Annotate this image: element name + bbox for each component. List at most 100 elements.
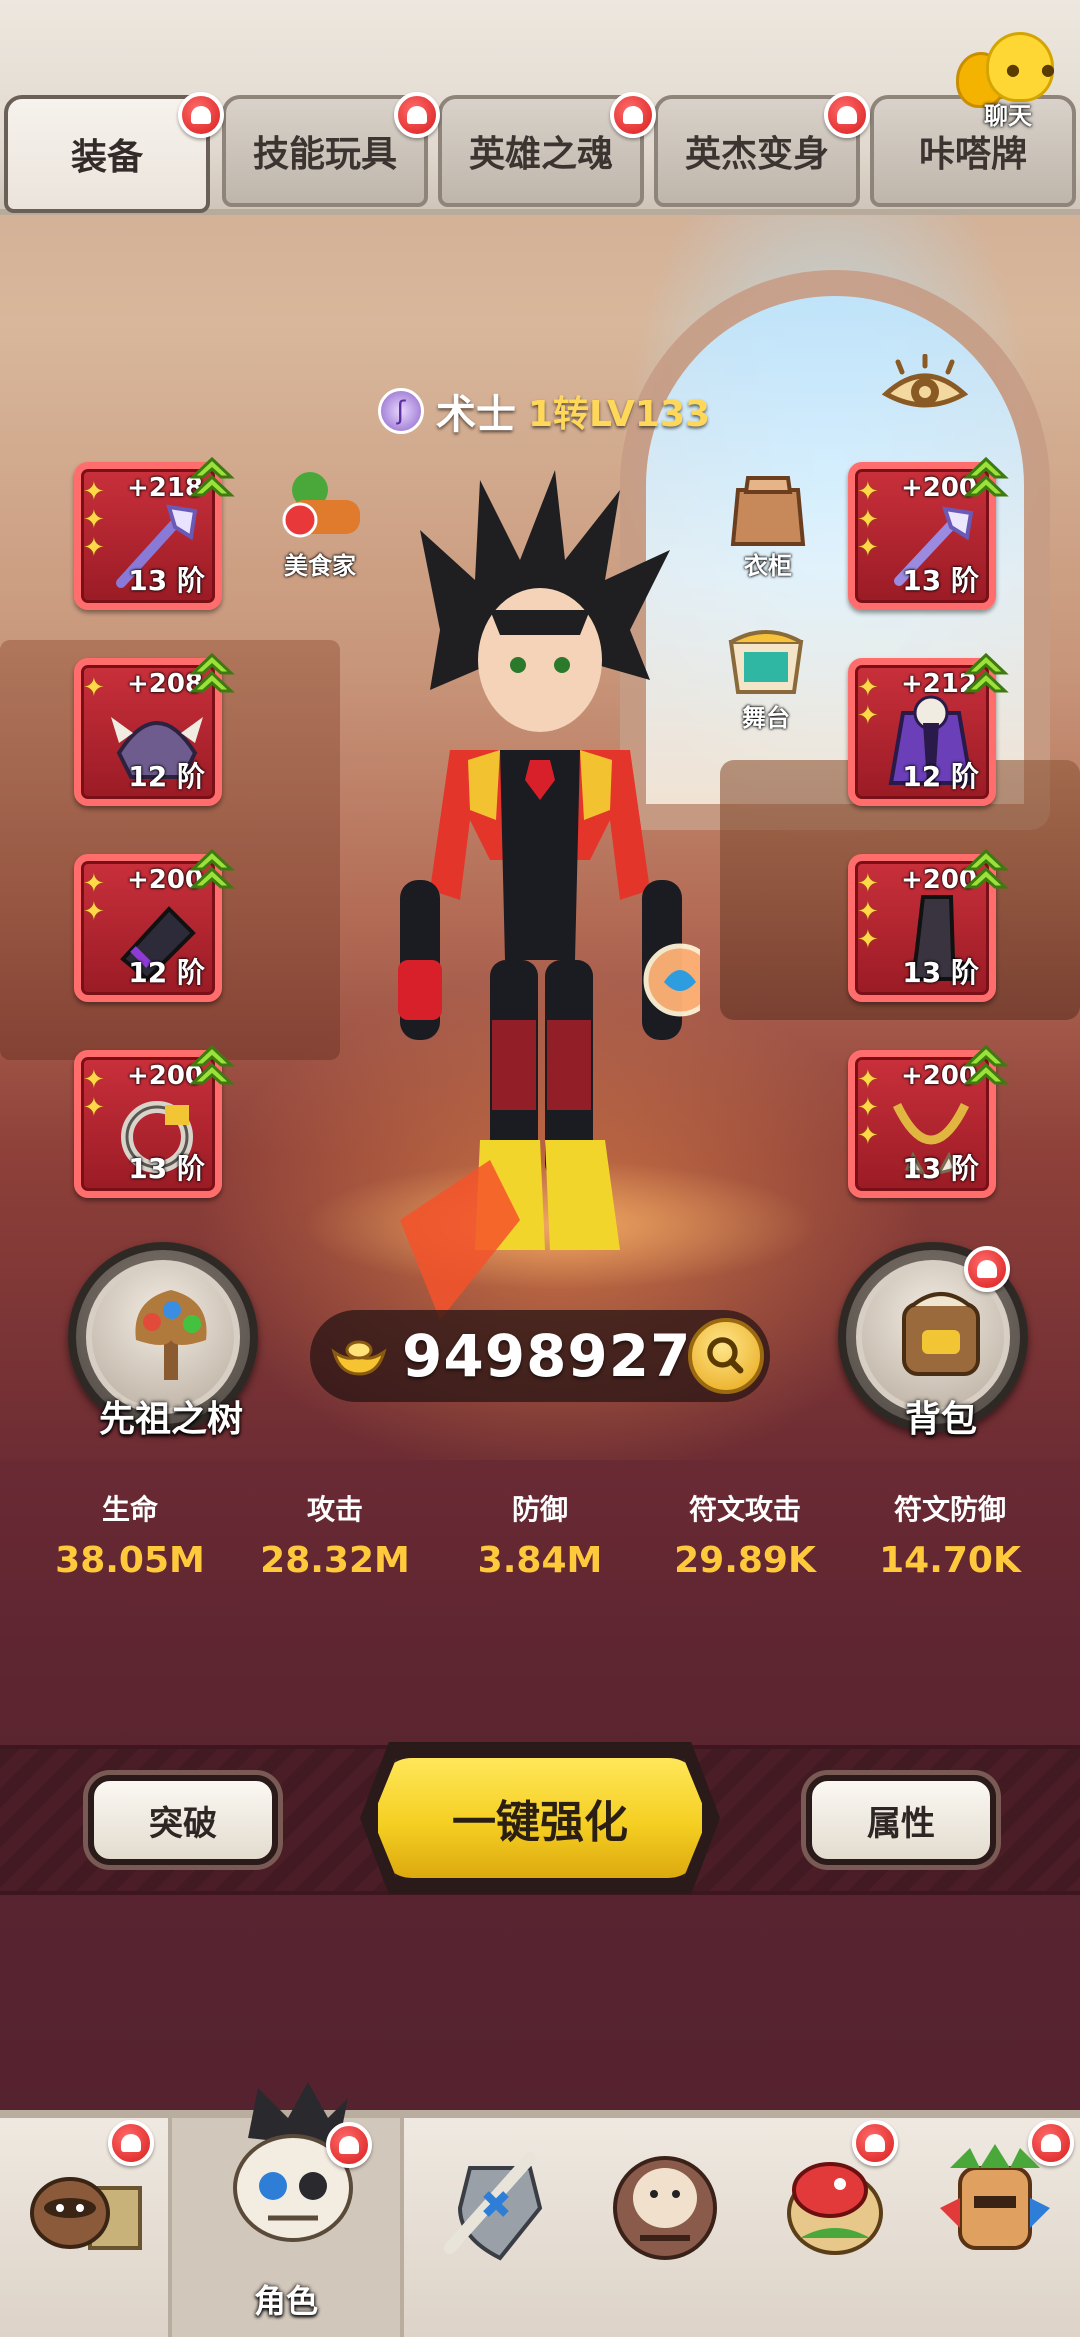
wardrobe-prop[interactable]: 衣柜 bbox=[718, 470, 818, 581]
star-icon: ✦ bbox=[83, 477, 105, 507]
upgrade-arrow-icon bbox=[189, 848, 235, 889]
upgrade-arrow-icon bbox=[189, 1044, 235, 1085]
bell-badge-icon bbox=[852, 2120, 898, 2166]
tab-label: 英雄之魂 bbox=[468, 134, 613, 175]
nav-companion[interactable] bbox=[580, 2118, 750, 2337]
one-click-enhance-label: 一键强化 bbox=[452, 1797, 628, 1848]
upgrade-arrow-icon bbox=[963, 456, 1009, 497]
stat-label: 符文防御 bbox=[893, 1493, 1006, 1526]
chat-label: 聊天 bbox=[984, 102, 1032, 130]
character-level: 1转LV133 bbox=[528, 394, 711, 435]
stat-value: 38.05M bbox=[55, 1540, 205, 1581]
chat-button[interactable]: ● ● 聊天 bbox=[950, 20, 1070, 130]
stat-hp: 生命 38.05M bbox=[30, 1488, 230, 1581]
stat-label: 生命 bbox=[101, 1493, 158, 1526]
stat-value: 28.32M bbox=[260, 1540, 410, 1581]
equipment-slot-boots[interactable]: ✦ ✦ ✦ +200 13 阶 bbox=[848, 848, 1009, 1002]
tab-label: 咔嗒牌 bbox=[918, 134, 1027, 175]
hero-character bbox=[398, 470, 700, 1320]
stat-value: 29.89K bbox=[674, 1540, 816, 1581]
top-tab-bar: 装备 技能玩具 英雄之魂 英杰变身 咔嗒牌 bbox=[0, 0, 1080, 215]
stage-prop[interactable]: 舞台 bbox=[716, 622, 816, 733]
food-icon bbox=[282, 472, 360, 538]
tree-icon bbox=[135, 1290, 207, 1380]
tier-label: 13 阶 bbox=[902, 956, 979, 989]
star-icon: ✦ bbox=[83, 869, 105, 899]
star-icon: ✦ bbox=[857, 897, 879, 927]
star-icon: ✦ bbox=[83, 1065, 105, 1095]
gold-amount: 94989278 bbox=[402, 1322, 733, 1390]
equipment-slot-ring[interactable]: ✦ ✦ +200 13 阶 bbox=[74, 1044, 235, 1198]
tier-label: 12 阶 bbox=[902, 760, 979, 793]
upgrade-arrow-icon bbox=[963, 1044, 1009, 1085]
tier-label: 12 阶 bbox=[128, 760, 205, 793]
star-icon: ✦ bbox=[857, 1065, 879, 1095]
tier-label: 13 阶 bbox=[902, 1152, 979, 1185]
star-icon: ✦ bbox=[83, 533, 105, 563]
tab-label: 英杰变身 bbox=[684, 134, 829, 175]
backpack-icon bbox=[902, 1292, 980, 1376]
stat-label: 攻击 bbox=[306, 1493, 363, 1526]
gourmet-label: 美食家 bbox=[284, 552, 356, 580]
eye-icon[interactable] bbox=[882, 354, 968, 420]
ancestor-tree-label: 先祖之树 bbox=[98, 1399, 243, 1440]
tier-label: 13 阶 bbox=[128, 564, 205, 597]
equipment-slot-offhand[interactable]: ✦ ✦ ✦ +200 13 阶 bbox=[848, 456, 1009, 610]
stage-label: 舞台 bbox=[742, 704, 790, 732]
star-icon: ✦ bbox=[857, 925, 879, 955]
bell-badge-icon bbox=[394, 92, 440, 138]
bell-badge-icon bbox=[824, 92, 870, 138]
breakthrough-button[interactable]: 突破 bbox=[88, 1775, 278, 1865]
star-icon: ✦ bbox=[857, 673, 879, 703]
ancestor-tree-button[interactable]: 先祖之树 bbox=[68, 1242, 258, 1440]
stat-defense: 防御 3.84M bbox=[440, 1488, 640, 1581]
equipment-slot-weapon[interactable]: ✦ ✦ ✦ +218 13 阶 bbox=[74, 456, 235, 610]
bottom-nav: 角色 bbox=[0, 2082, 1080, 2337]
stat-attack: 攻击 28.32M bbox=[235, 1488, 435, 1581]
attributes-button[interactable]: 属性 bbox=[806, 1775, 996, 1865]
upgrade-arrow-icon bbox=[189, 652, 235, 693]
gold-display: 94989278 bbox=[310, 1310, 770, 1402]
wardrobe-label: 衣柜 bbox=[744, 552, 792, 580]
class-name: 术士 bbox=[436, 392, 516, 438]
stat-label: 防御 bbox=[511, 1493, 568, 1526]
star-icon: ✦ bbox=[83, 1093, 105, 1123]
nav-equipment[interactable] bbox=[410, 2118, 580, 2337]
star-icon: ✦ bbox=[857, 477, 879, 507]
bell-badge-icon bbox=[178, 92, 224, 138]
tab-label: 技能玩具 bbox=[252, 134, 397, 175]
one-click-enhance-button[interactable]: 一键强化 bbox=[372, 1752, 708, 1884]
star-icon: ✦ bbox=[857, 1121, 879, 1151]
warlock-class-icon: ʃ bbox=[378, 388, 424, 434]
nav-label: 角色 bbox=[253, 2282, 318, 2320]
star-icon: ✦ bbox=[83, 505, 105, 535]
equipment-slot-armor[interactable]: ✦ ✦ +212 12 阶 bbox=[848, 652, 1009, 806]
search-icon[interactable] bbox=[688, 1318, 764, 1394]
gold-ingot-icon bbox=[331, 1340, 387, 1376]
stat-label: 符文攻击 bbox=[688, 1493, 801, 1526]
star-icon: ✦ bbox=[857, 505, 879, 535]
equipment-slot-bracer[interactable]: ✦ ✦ +200 12 阶 bbox=[74, 848, 235, 1002]
equipment-slot-necklace[interactable]: ✦ ✦ ✦ +200 13 阶 bbox=[848, 1044, 1009, 1198]
tier-label: 13 阶 bbox=[128, 1152, 205, 1185]
stat-rune-attack: 符文攻击 29.89K bbox=[645, 1488, 845, 1581]
tier-label: 12 阶 bbox=[128, 956, 205, 989]
stat-rune-defense: 符文防御 14.70K bbox=[850, 1488, 1050, 1581]
bell-badge-icon bbox=[1028, 2120, 1074, 2166]
tier-label: 13 阶 bbox=[902, 564, 979, 597]
stats-row: 生命 38.05M 攻击 28.32M 防御 3.84M 符文攻击 29.89K… bbox=[30, 1488, 1050, 1581]
bell-badge-icon bbox=[108, 2120, 154, 2166]
bell-badge-icon bbox=[610, 92, 656, 138]
backpack-label: 背包 bbox=[904, 1399, 977, 1440]
bell-badge-icon bbox=[964, 1246, 1010, 1292]
star-icon: ✦ bbox=[83, 897, 105, 927]
gourmet-prop[interactable]: 美食家 bbox=[270, 470, 370, 581]
stat-value: 14.70K bbox=[879, 1540, 1021, 1581]
star-icon: ✦ bbox=[857, 1093, 879, 1123]
equipment-slot-helmet[interactable]: ✦ +208 12 阶 bbox=[74, 652, 235, 806]
bell-badge-icon bbox=[326, 2122, 372, 2168]
gorilla-icon bbox=[613, 2156, 717, 2260]
upgrade-arrow-icon bbox=[963, 652, 1009, 693]
upgrade-arrow-icon bbox=[189, 456, 235, 497]
star-icon: ✦ bbox=[857, 869, 879, 899]
